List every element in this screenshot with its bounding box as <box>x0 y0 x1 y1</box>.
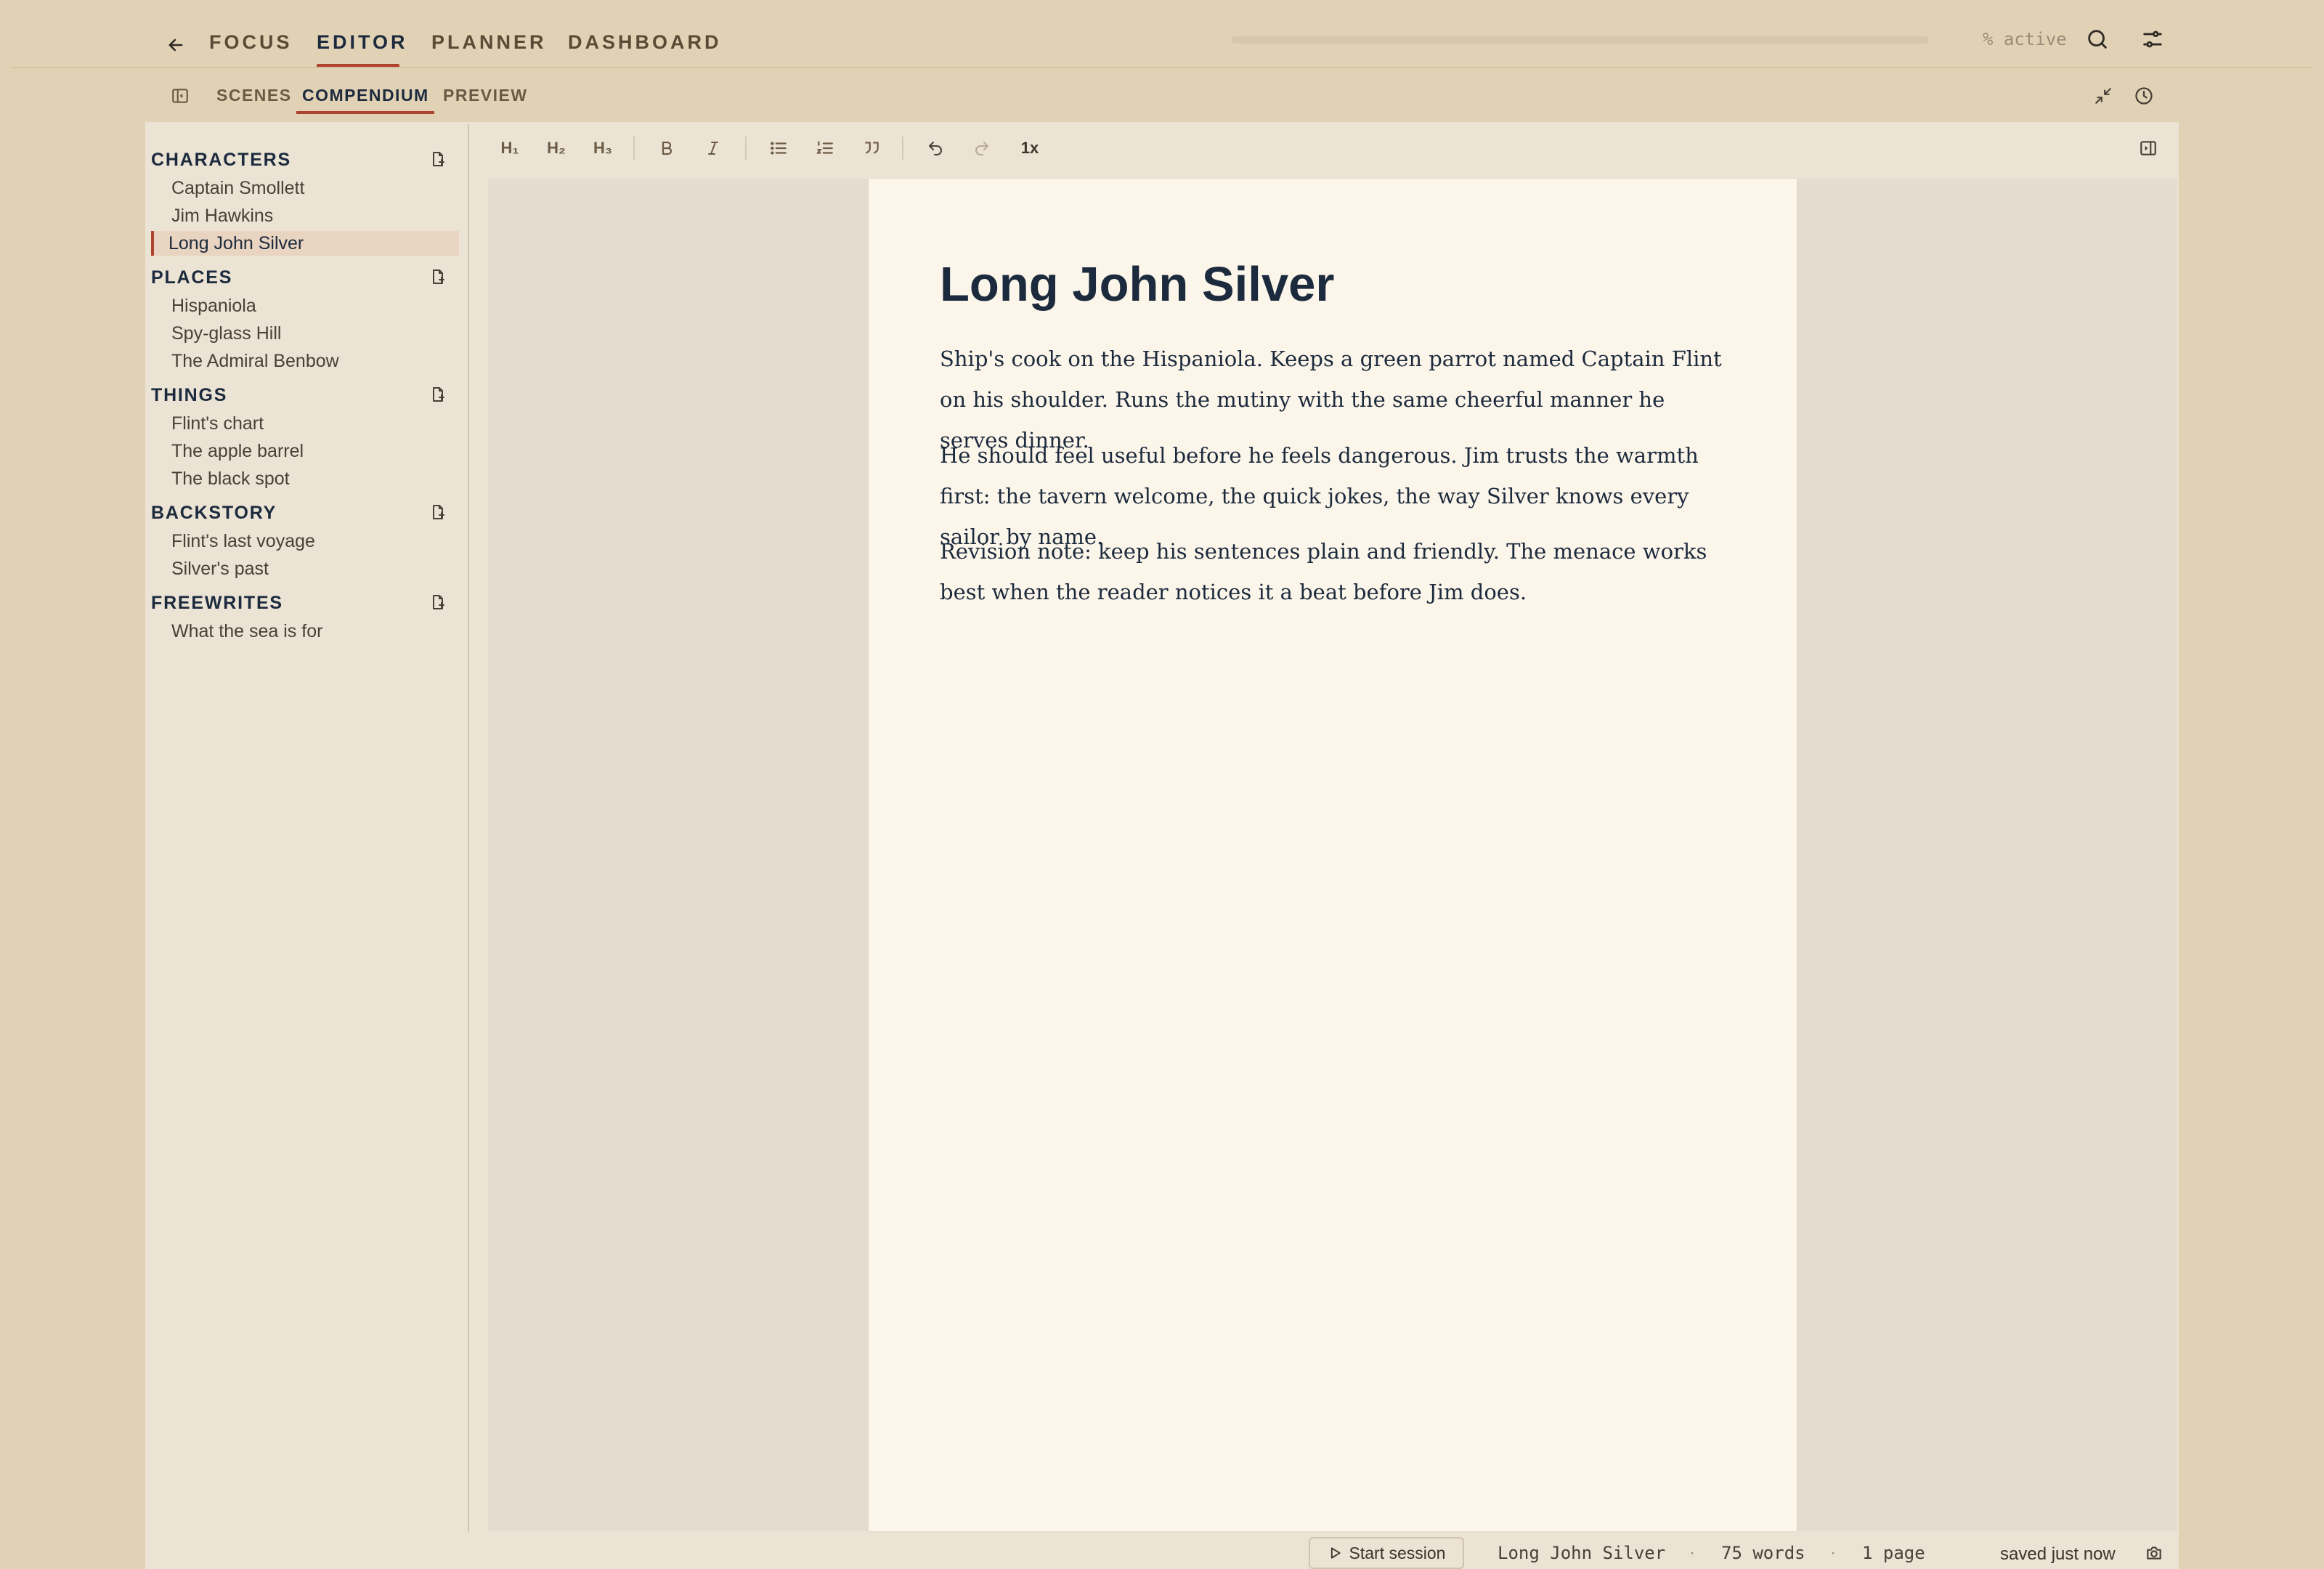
numbered-list-button[interactable] <box>810 134 840 163</box>
save-status: saved just now <box>2000 1544 2116 1564</box>
start-session-button[interactable]: Start session <box>1309 1537 1464 1569</box>
clock-icon <box>2135 87 2153 105</box>
play-icon <box>1330 1547 1341 1559</box>
section-places[interactable]: PLACES <box>151 266 232 289</box>
quote-icon <box>865 142 879 154</box>
redo-button[interactable] <box>967 134 996 163</box>
status-word-count: 75 words <box>1721 1543 1805 1563</box>
status-document-name: Long John Silver <box>1498 1543 1666 1563</box>
section-freewrites[interactable]: FREEWRITES <box>151 591 283 615</box>
blockquote-button[interactable] <box>857 134 886 163</box>
add-backstory-button[interactable] <box>427 501 449 523</box>
sidebar-item-black-spot[interactable]: The black spot <box>171 467 290 490</box>
search-icon <box>2088 30 2107 49</box>
sidebar-item-captain-smollett[interactable]: Captain Smollett <box>171 177 304 200</box>
start-session-label: Start session <box>1349 1543 1446 1562</box>
add-thing-button[interactable] <box>427 384 449 405</box>
minimize-button[interactable] <box>2087 80 2119 112</box>
sidebar-item-jim-hawkins[interactable]: Jim Hawkins <box>171 204 273 227</box>
sidebar-item-flints-last-voyage[interactable]: Flint's last voyage <box>171 530 315 553</box>
activity-progress-bar <box>1232 36 1929 44</box>
active-percent-label: % active <box>1983 29 2067 49</box>
bullet-list-icon <box>771 142 787 155</box>
sidebar-toggle-icon <box>172 89 188 103</box>
toggle-right-panel-button[interactable] <box>2134 134 2163 163</box>
bold-button[interactable] <box>652 134 681 163</box>
sidebar-item-admiral-benbow[interactable]: The Admiral Benbow <box>171 349 339 373</box>
toolbar-separator <box>902 137 903 160</box>
zoom-button[interactable]: 1x <box>1014 134 1046 163</box>
sidebar-item-silvers-past[interactable]: Silver's past <box>171 557 269 580</box>
panel-right-icon <box>2140 141 2156 155</box>
sidebar-item-apple-barrel[interactable]: The apple barrel <box>171 439 304 463</box>
active-subtab-indicator <box>296 111 434 114</box>
document-paragraph[interactable]: Revision note: keep his sentences plain … <box>940 531 1731 612</box>
new-file-icon <box>433 269 444 284</box>
bold-icon <box>662 141 673 155</box>
section-backstory[interactable]: BACKSTORY <box>151 501 277 524</box>
status-separator: · <box>1689 1543 1695 1562</box>
toggle-sidebar-button[interactable] <box>164 80 196 112</box>
heading-1-button[interactable]: H₁ <box>495 134 524 163</box>
section-things[interactable]: THINGS <box>151 384 227 407</box>
subtab-preview[interactable]: PREVIEW <box>443 84 528 106</box>
snapshot-button[interactable] <box>2138 1537 2170 1569</box>
new-file-icon <box>433 152 444 166</box>
sidebar-item-spy-glass-hill[interactable]: Spy-glass Hill <box>171 322 281 345</box>
new-file-icon <box>433 387 444 402</box>
section-characters[interactable]: CHARACTERS <box>151 148 291 171</box>
new-file-icon <box>433 595 444 609</box>
sidebar-item-hispaniola[interactable]: Hispaniola <box>171 294 256 317</box>
document-title[interactable]: Long John Silver <box>940 254 1335 315</box>
heading-2-button[interactable]: H₂ <box>542 134 571 163</box>
subtab-compendium[interactable]: COMPENDIUM <box>302 84 429 106</box>
numbered-list-icon <box>816 141 833 154</box>
selected-item-indicator <box>151 231 154 256</box>
undo-button[interactable] <box>921 134 950 163</box>
add-character-button[interactable] <box>427 148 449 170</box>
camera-icon <box>2147 1546 2161 1560</box>
arrow-left-icon <box>168 38 183 52</box>
sidebar-divider <box>468 123 469 1533</box>
toolbar-separator <box>633 137 635 160</box>
sidebar-item-long-john-silver[interactable]: Long John Silver <box>168 232 304 255</box>
sidebar-item-flints-chart[interactable]: Flint's chart <box>171 412 264 435</box>
status-page-count: 1 page <box>1862 1543 1925 1563</box>
redo-icon <box>975 142 988 155</box>
back-button[interactable] <box>161 31 190 60</box>
add-freewrite-button[interactable] <box>427 591 449 613</box>
search-button[interactable] <box>2081 23 2113 55</box>
sliders-icon <box>2143 31 2162 48</box>
add-place-button[interactable] <box>427 266 449 288</box>
minimize-icon <box>2095 88 2111 104</box>
nav-tab-editor[interactable]: EDITOR <box>317 29 408 55</box>
nav-tab-dashboard[interactable]: DASHBOARD <box>568 29 722 55</box>
nav-tab-planner[interactable]: PLANNER <box>431 29 547 55</box>
bullet-list-button[interactable] <box>764 134 793 163</box>
sidebar-item-what-the-sea-is-for[interactable]: What the sea is for <box>171 620 322 643</box>
settings-button[interactable] <box>2137 23 2169 55</box>
subtab-scenes[interactable]: SCENES <box>216 84 292 106</box>
top-nav-divider <box>12 67 2312 68</box>
italic-button[interactable] <box>699 134 728 163</box>
heading-3-button[interactable]: H₃ <box>588 134 617 163</box>
history-button[interactable] <box>2128 80 2160 112</box>
undo-icon <box>929 142 942 155</box>
toolbar-separator <box>745 137 747 160</box>
status-separator: · <box>1830 1543 1836 1562</box>
new-file-icon <box>433 505 444 519</box>
nav-tab-focus[interactable]: FOCUS <box>209 29 293 55</box>
italic-icon <box>708 142 718 155</box>
